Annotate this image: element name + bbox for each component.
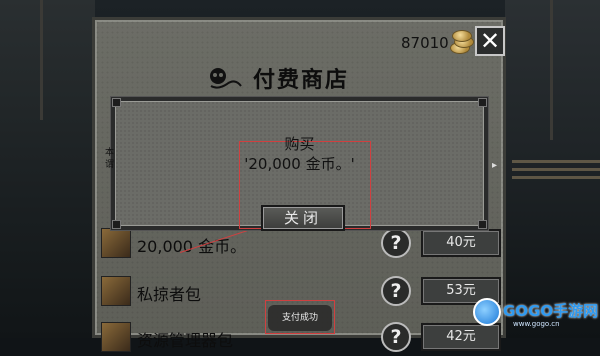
- bolt-decoration: [478, 220, 487, 229]
- dialog-message: '20,000 金币。': [244, 155, 355, 173]
- watermark-url: www.gogo.cn: [513, 320, 560, 328]
- item-label: 私掠者包: [137, 285, 202, 304]
- partial-text: 谓: [105, 160, 115, 170]
- dialog-title: 购买: [284, 135, 315, 153]
- watermark-brand: GOGO手游网: [503, 302, 599, 320]
- bolt-decoration: [478, 98, 487, 107]
- buy-price-button[interactable]: 40元: [421, 229, 501, 257]
- resource-pack-icon: [101, 322, 131, 352]
- watermark: GOGO手游网 www.gogo.cn: [473, 296, 600, 338]
- cursor-icon: ▸: [492, 160, 498, 171]
- shop-title: 付费商店: [253, 68, 350, 93]
- watermark-logo-icon: [473, 298, 501, 326]
- item-help-button[interactable]: ?: [381, 322, 411, 352]
- ship-background-left: [0, 0, 95, 338]
- item-help-button[interactable]: ?: [381, 228, 411, 258]
- bolt-decoration: [112, 98, 121, 107]
- deck-plank: [512, 176, 600, 179]
- bolt-decoration: [112, 220, 121, 229]
- deck-plank: [512, 168, 600, 171]
- coin-stack-icon: [448, 28, 474, 54]
- shop-item-gold: 20,000 金币。 ? 40元: [101, 226, 501, 262]
- dialog-close-button[interactable]: 关闭: [261, 205, 345, 231]
- deck-plank: [512, 160, 600, 163]
- purchase-dialog: 本 谓 购买 '20,000 金币。' 关闭 ▸: [105, 97, 497, 231]
- gold-coins-icon: [101, 228, 131, 258]
- skull-icon: [210, 68, 242, 89]
- coin-balance: 87010: [401, 34, 449, 52]
- close-shop-button[interactable]: ✕: [475, 26, 505, 56]
- item-label: 资源管理器包: [137, 331, 234, 350]
- privateer-pack-icon: [101, 276, 131, 306]
- payment-success-toast: 支付成功: [268, 305, 332, 331]
- item-help-button[interactable]: ?: [381, 276, 411, 306]
